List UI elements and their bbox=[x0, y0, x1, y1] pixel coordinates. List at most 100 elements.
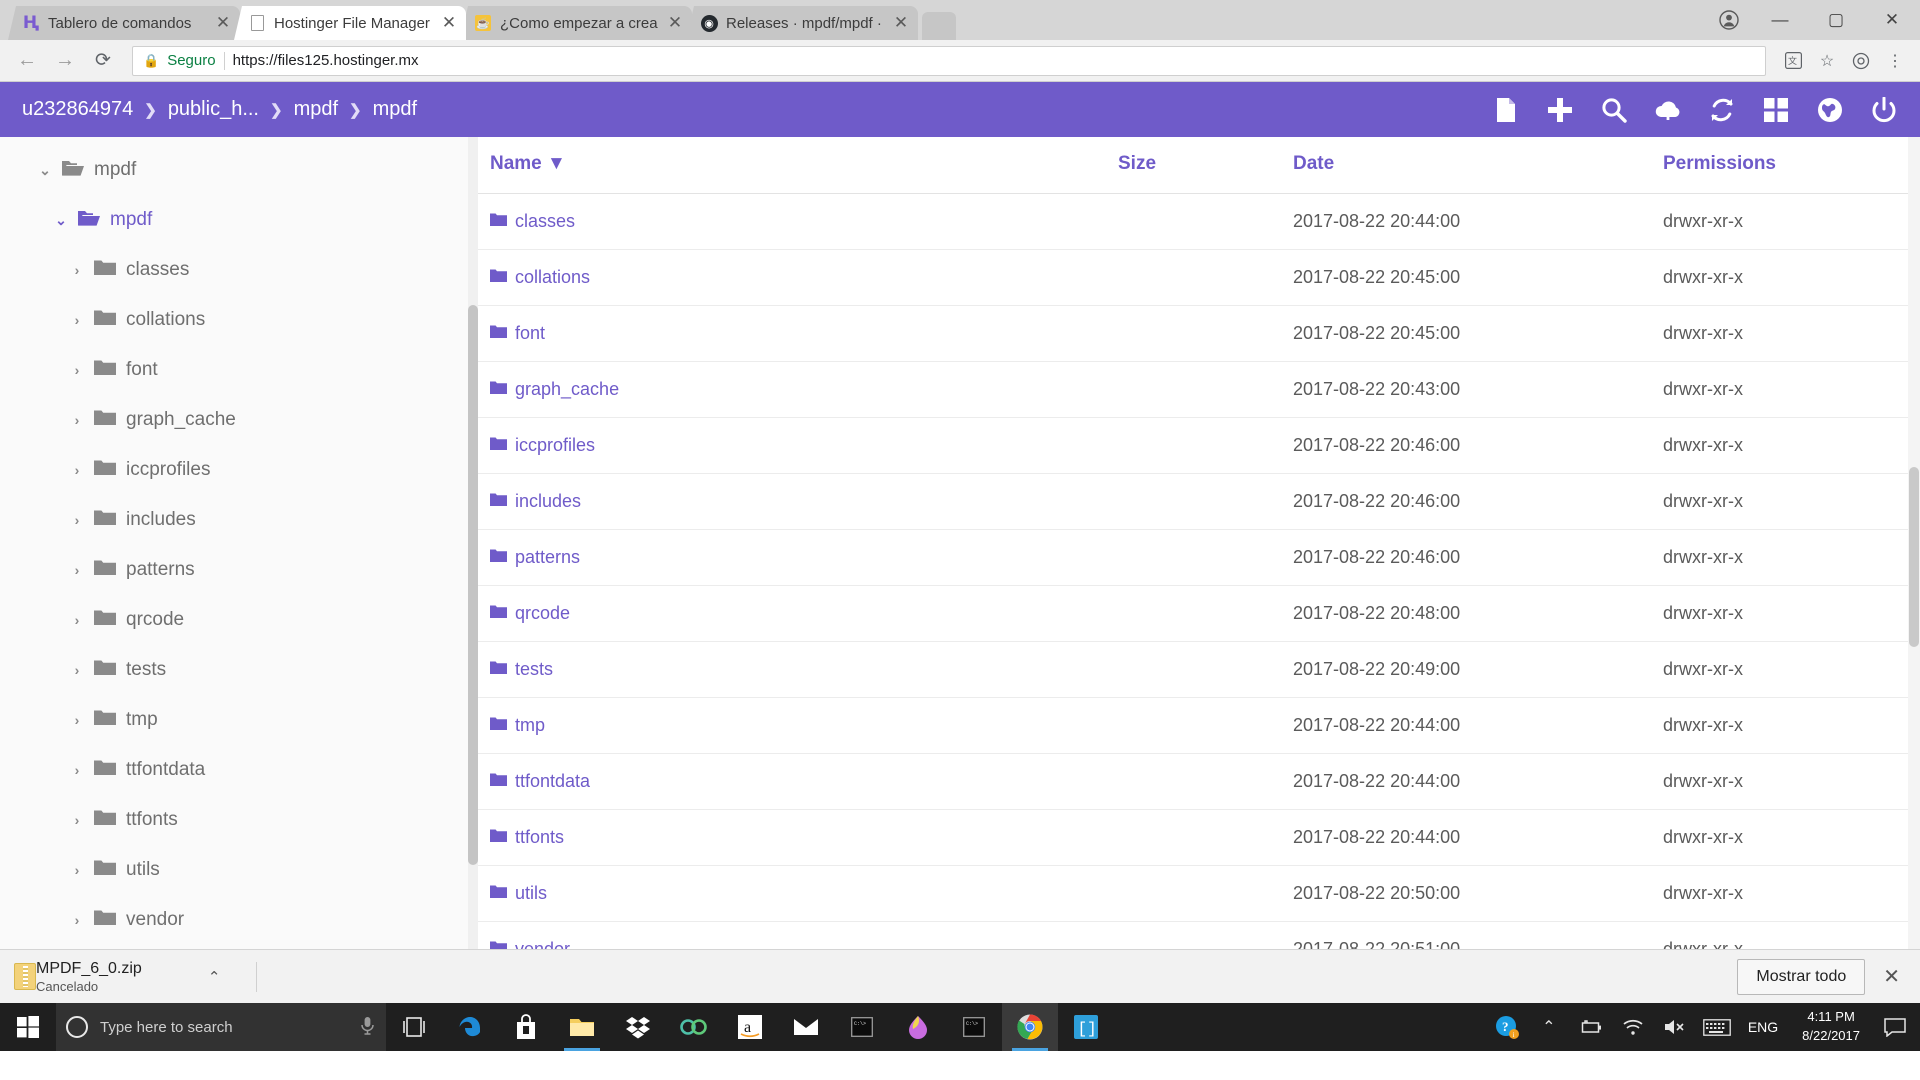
sidebar-scrollbar-thumb[interactable] bbox=[468, 305, 478, 865]
column-header-permissions[interactable]: Permissions bbox=[1663, 137, 1920, 194]
clock[interactable]: 4:11 PM 8/22/2017 bbox=[1788, 1008, 1874, 1046]
table-row[interactable]: utils 2017-08-22 20:50:00 drwxr-xr-x bbox=[478, 865, 1920, 922]
cell-name[interactable]: iccprofiles bbox=[478, 417, 1118, 474]
profile-icon[interactable] bbox=[1706, 0, 1752, 40]
mail-icon[interactable] bbox=[778, 1003, 834, 1051]
chevron-right-icon[interactable]: › bbox=[70, 512, 84, 528]
cell-name[interactable]: classes bbox=[478, 193, 1118, 250]
microphone-icon[interactable] bbox=[359, 1016, 376, 1039]
chevron-right-icon[interactable]: › bbox=[70, 762, 84, 778]
tree-item-mpdf[interactable]: ⌄ mpdf bbox=[0, 145, 478, 195]
chrome-icon[interactable] bbox=[1002, 1003, 1058, 1051]
reload-button[interactable]: ⟳ bbox=[86, 44, 120, 78]
tree-item-ttfonts[interactable]: › ttfonts bbox=[0, 795, 478, 845]
minimize-button[interactable]: — bbox=[1752, 0, 1808, 40]
new-tab-button[interactable] bbox=[922, 12, 956, 40]
column-header-name[interactable]: Name ▼ bbox=[478, 137, 1118, 194]
close-download-bar-icon[interactable]: ✕ bbox=[1883, 964, 1906, 989]
table-row[interactable]: patterns 2017-08-22 20:46:00 drwxr-xr-x bbox=[478, 529, 1920, 586]
tree-item-ttfontdata[interactable]: › ttfontdata bbox=[0, 745, 478, 795]
tab-close-icon[interactable]: ✕ bbox=[892, 13, 910, 33]
tab-close-icon[interactable]: ✕ bbox=[440, 13, 458, 33]
browser-tab-2[interactable]: ☕ ¿Como empezar a crear p ✕ bbox=[460, 6, 692, 40]
grid-view-icon[interactable] bbox=[1762, 96, 1790, 124]
chevron-right-icon[interactable]: › bbox=[70, 562, 84, 578]
table-row[interactable]: classes 2017-08-22 20:44:00 drwxr-xr-x bbox=[478, 193, 1920, 250]
tree-item-mpdf[interactable]: ⌄ mpdf bbox=[0, 195, 478, 245]
keyboard-icon[interactable] bbox=[1696, 1003, 1738, 1051]
edge-icon[interactable] bbox=[442, 1003, 498, 1051]
tree-item-tmp[interactable]: › tmp bbox=[0, 695, 478, 745]
table-row[interactable]: graph_cache 2017-08-22 20:43:00 drwxr-xr-x bbox=[478, 361, 1920, 418]
chevron-right-icon[interactable]: › bbox=[70, 662, 84, 678]
table-row[interactable]: tests 2017-08-22 20:49:00 drwxr-xr-x bbox=[478, 641, 1920, 698]
file-list-scrollbar[interactable] bbox=[1908, 137, 1920, 949]
notifications-icon[interactable] bbox=[1874, 1003, 1916, 1051]
table-row[interactable]: iccprofiles 2017-08-22 20:46:00 drwxr-xr-x bbox=[478, 417, 1920, 474]
table-row[interactable]: qrcode 2017-08-22 20:48:00 drwxr-xr-x bbox=[478, 585, 1920, 642]
chevron-right-icon[interactable]: › bbox=[70, 412, 84, 428]
chevron-right-icon[interactable]: › bbox=[70, 312, 84, 328]
add-icon[interactable] bbox=[1546, 96, 1574, 124]
file-explorer-icon[interactable] bbox=[554, 1003, 610, 1051]
chevron-down-icon[interactable]: ⌄ bbox=[38, 162, 52, 179]
chevron-right-icon[interactable]: › bbox=[70, 612, 84, 628]
tree-item-font[interactable]: › font bbox=[0, 345, 478, 395]
cloud-upload-icon[interactable] bbox=[1654, 96, 1682, 124]
cell-name[interactable]: tmp bbox=[478, 697, 1118, 754]
breadcrumb-item-1[interactable]: public_h... bbox=[168, 98, 259, 121]
wifi-icon[interactable] bbox=[1612, 1003, 1654, 1051]
column-header-size[interactable]: Size bbox=[1118, 137, 1293, 194]
new-file-icon[interactable] bbox=[1492, 96, 1520, 124]
cell-name[interactable]: utils bbox=[478, 865, 1118, 922]
search-icon[interactable] bbox=[1600, 96, 1628, 124]
chevron-down-icon[interactable]: ⌄ bbox=[54, 212, 68, 229]
cell-name[interactable]: ttfonts bbox=[478, 809, 1118, 866]
address-bar[interactable]: 🔒 Seguro https://files125.hostinger.mx bbox=[132, 45, 1766, 76]
breadcrumb-item-3[interactable]: mpdf bbox=[373, 98, 417, 121]
chevron-right-icon[interactable]: › bbox=[70, 712, 84, 728]
command-prompt-2-icon[interactable]: C:\> bbox=[946, 1003, 1002, 1051]
chevron-right-icon[interactable]: › bbox=[70, 262, 84, 278]
table-row[interactable]: font 2017-08-22 20:45:00 drwxr-xr-x bbox=[478, 305, 1920, 362]
tree-item-collations[interactable]: › collations bbox=[0, 295, 478, 345]
cell-name[interactable]: collations bbox=[478, 249, 1118, 306]
tree-item-graph_cache[interactable]: › graph_cache bbox=[0, 395, 478, 445]
sidebar-scrollbar[interactable] bbox=[468, 137, 478, 949]
menu-icon[interactable]: ⋮ bbox=[1880, 46, 1910, 76]
help-icon[interactable]: ? i bbox=[1486, 1003, 1528, 1051]
table-row[interactable]: ttfonts 2017-08-22 20:44:00 drwxr-xr-x bbox=[478, 809, 1920, 866]
table-row[interactable]: tmp 2017-08-22 20:44:00 drwxr-xr-x bbox=[478, 697, 1920, 754]
cell-name[interactable]: graph_cache bbox=[478, 361, 1118, 418]
chevron-up-icon[interactable]: ⌃ bbox=[208, 968, 221, 986]
command-prompt-icon[interactable]: C:\> bbox=[834, 1003, 890, 1051]
cell-name[interactable]: tests bbox=[478, 641, 1118, 698]
breadcrumb-item-2[interactable]: mpdf bbox=[294, 98, 338, 121]
tree-item-iccprofiles[interactable]: › iccprofiles bbox=[0, 445, 478, 495]
power-icon[interactable] bbox=[1870, 96, 1898, 124]
teardrop-icon[interactable] bbox=[890, 1003, 946, 1051]
back-button[interactable]: ← bbox=[10, 44, 44, 78]
tree-item-tests[interactable]: › tests bbox=[0, 645, 478, 695]
table-row[interactable]: includes 2017-08-22 20:46:00 drwxr-xr-x bbox=[478, 473, 1920, 530]
file-list-scrollbar-thumb[interactable] bbox=[1909, 467, 1919, 647]
brackets-icon[interactable]: [] bbox=[1058, 1003, 1114, 1051]
column-header-date[interactable]: Date bbox=[1293, 137, 1663, 194]
show-hidden-icons-chevron[interactable]: ⌃ bbox=[1528, 1003, 1570, 1051]
tree-item-patterns[interactable]: › patterns bbox=[0, 545, 478, 595]
volume-muted-icon[interactable] bbox=[1654, 1003, 1696, 1051]
chevron-right-icon[interactable]: › bbox=[70, 462, 84, 478]
search-input[interactable]: Type here to search bbox=[56, 1003, 386, 1051]
chevron-right-icon[interactable]: › bbox=[70, 862, 84, 878]
star-icon[interactable]: ☆ bbox=[1812, 46, 1842, 76]
cell-name[interactable]: vendor bbox=[478, 921, 1118, 949]
globe-icon[interactable] bbox=[1816, 96, 1844, 124]
battery-icon[interactable] bbox=[1570, 1003, 1612, 1051]
download-item[interactable]: MPDF_6_0.zip Cancelado ⌃ bbox=[36, 959, 238, 994]
table-row[interactable]: ttfontdata 2017-08-22 20:44:00 drwxr-xr-x bbox=[478, 753, 1920, 810]
dropbox-icon[interactable] bbox=[610, 1003, 666, 1051]
close-window-button[interactable]: ✕ bbox=[1864, 0, 1920, 40]
task-view-icon[interactable] bbox=[386, 1003, 442, 1051]
breadcrumb-item-0[interactable]: u232864974 bbox=[22, 98, 133, 121]
browser-tab-1[interactable]: Hostinger File Manager ✕ bbox=[234, 6, 466, 40]
